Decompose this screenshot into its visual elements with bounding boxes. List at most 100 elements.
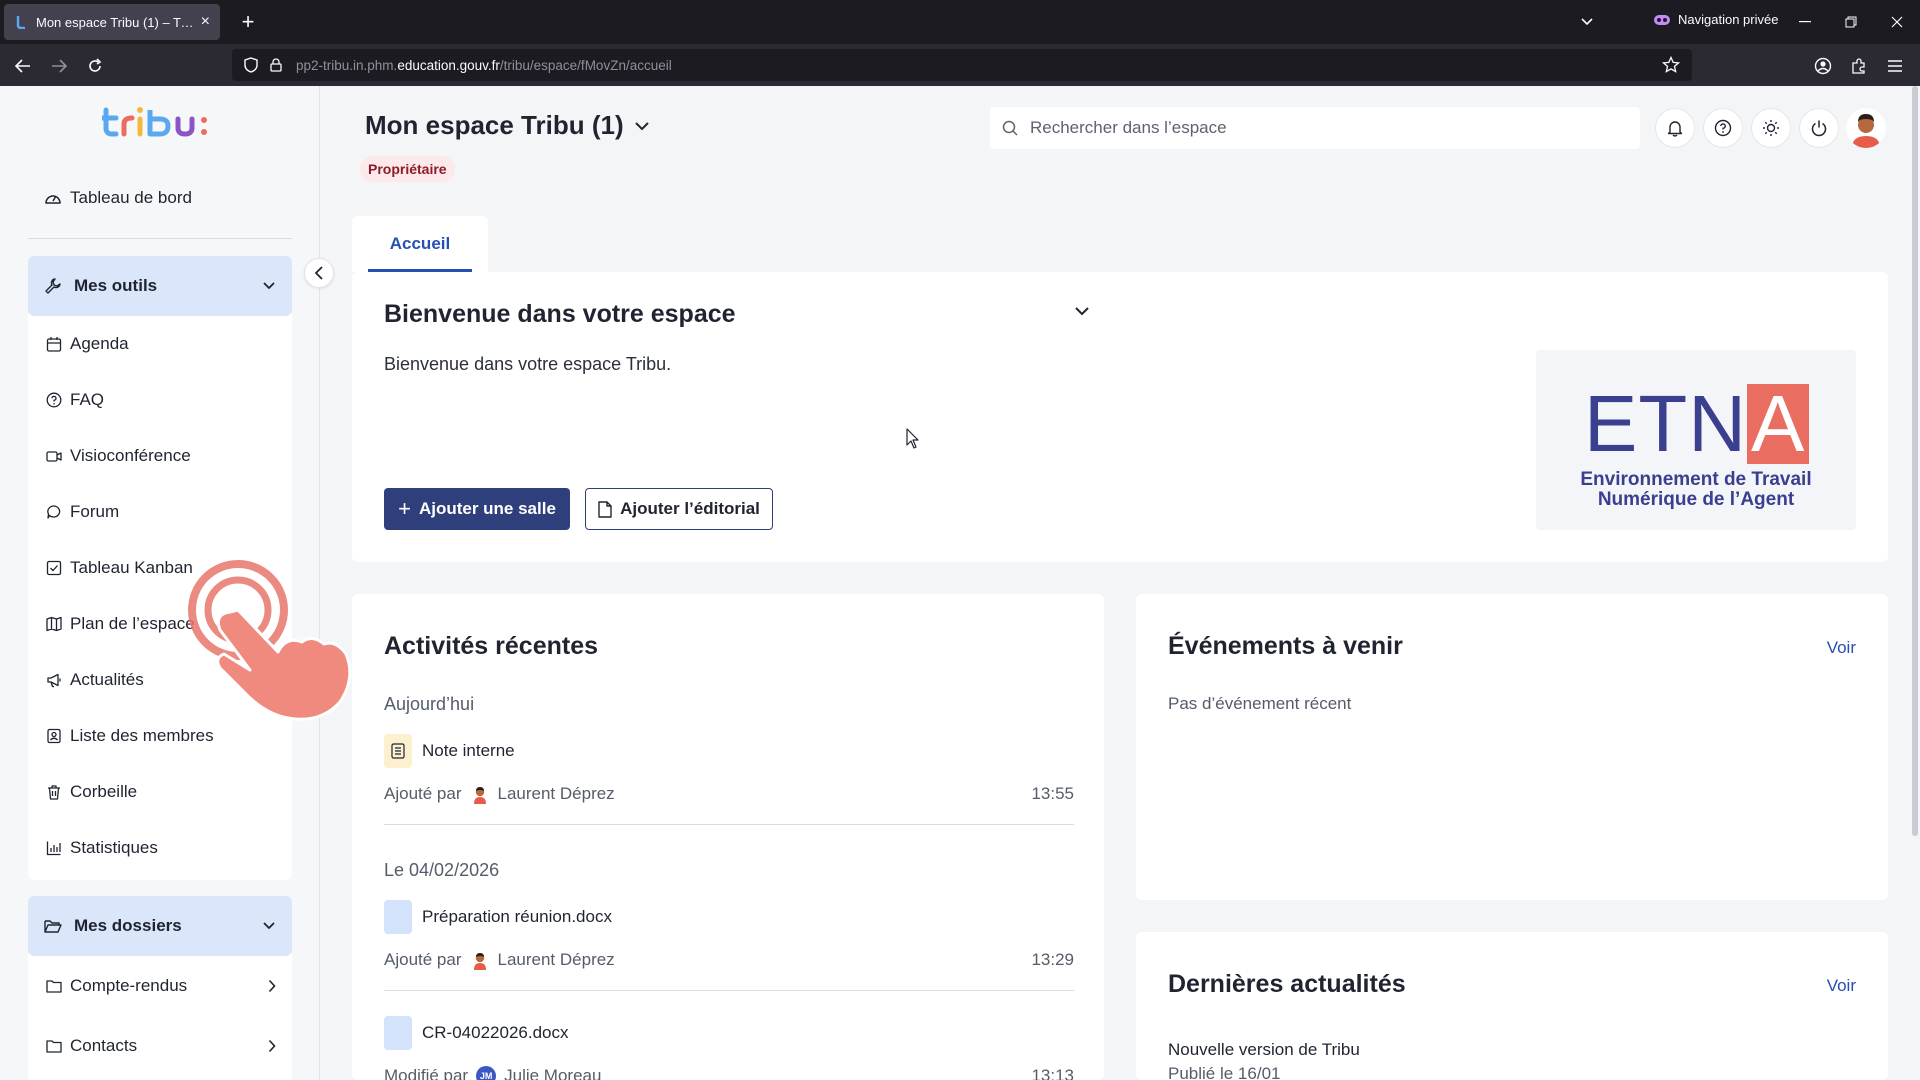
collapse-welcome-chevron-icon[interactable] [1074, 306, 1090, 316]
etna-logo-word: ETNA [1584, 384, 1810, 464]
welcome-title: Bienvenue dans votre espace [384, 300, 736, 328]
new-tab-button[interactable]: + [234, 8, 262, 36]
add-editorial-button[interactable]: Ajouter l’éditorial [585, 488, 773, 530]
folder-icon [46, 980, 62, 993]
private-browsing-indicator: Navigation privée [1654, 12, 1778, 27]
dashboard-label: Tableau de bord [70, 188, 192, 207]
sidebar-item-label: FAQ [70, 390, 105, 409]
help-button[interactable] [1703, 108, 1743, 148]
sidebar-divider [28, 238, 292, 239]
activity-item-title[interactable]: Note interne [384, 734, 515, 768]
sidebar-item-label: Liste des membres [70, 726, 214, 745]
folder-icon [46, 1040, 62, 1053]
question-icon [44, 392, 64, 408]
document-icon [598, 500, 612, 518]
tab-list-chevron-icon[interactable] [1574, 10, 1600, 34]
forward-arrow-icon[interactable] [46, 53, 72, 79]
news-title: Dernières actualités [1168, 970, 1406, 998]
add-editorial-label: Ajouter l’éditorial [620, 499, 760, 518]
url-text: pp2-tribu.in.phm.education.gouv.fr/tribu… [296, 57, 672, 73]
extensions-icon[interactable] [1846, 53, 1872, 79]
folder-item-compte-rendus[interactable]: Compte-rendus [28, 956, 292, 1016]
megaphone-icon [44, 672, 64, 688]
sidebar-item-corbeille[interactable]: Corbeille [28, 764, 292, 820]
activity-time: 13:13 [1031, 1066, 1074, 1080]
lock-icon[interactable] [270, 58, 282, 72]
minimize-icon[interactable] [1790, 8, 1820, 36]
space-title-dropdown[interactable]: Mon espace Tribu (1) [365, 110, 650, 141]
search-input[interactable] [1030, 118, 1610, 138]
user-avatar[interactable] [1846, 108, 1886, 148]
activity-user[interactable]: Julie Moreau [504, 1066, 601, 1080]
sidebar-item-statistiques[interactable]: Statistiques [28, 820, 292, 876]
sidebar-item-agenda[interactable]: Agenda [28, 316, 292, 372]
activity-item-title[interactable]: CR-04022026.docx [384, 1016, 568, 1050]
sidebar-dashboard-link[interactable]: Tableau de bord [44, 188, 192, 208]
activity-user[interactable]: Laurent Déprez [498, 950, 615, 970]
activity-item-title[interactable]: Préparation réunion.docx [384, 900, 612, 934]
window-close-icon[interactable] [1882, 8, 1912, 36]
activity-date-today: Aujourd’hui [384, 694, 475, 714]
page-scrollbar[interactable] [1912, 86, 1918, 836]
tab-close-icon[interactable]: × [201, 13, 210, 31]
sidebar-item-label: Tableau Kanban [70, 558, 193, 577]
role-badge: Propriétaire [360, 156, 455, 182]
address-bar[interactable]: pp2-tribu.in.phm.education.gouv.fr/tribu… [232, 49, 1692, 81]
space-title: Mon espace Tribu (1) [365, 110, 624, 140]
account-icon[interactable] [1810, 53, 1836, 79]
activity-user[interactable]: Laurent Déprez [498, 784, 615, 804]
browser-tab-title: Mon espace Tribu (1) – Tribu [36, 14, 195, 30]
tribu-logo[interactable] [99, 102, 222, 147]
sun-icon [1763, 120, 1779, 136]
user-mini-avatar [470, 784, 490, 804]
folder-item-contacts[interactable]: Contacts [28, 1016, 292, 1076]
plus-icon: + [398, 496, 411, 521]
tools-panel-header[interactable]: Mes outils [28, 256, 292, 316]
calendar-icon [44, 336, 64, 352]
news-item-title[interactable]: Nouvelle version de Tribu [1168, 1040, 1360, 1060]
hamburger-menu-icon[interactable] [1882, 53, 1908, 79]
activity-item-meta: Ajouté par Laurent Déprez 13:55 [384, 784, 1074, 804]
gauge-icon [45, 195, 61, 204]
sidebar-item-visioconference[interactable]: Visioconférence [28, 428, 292, 484]
back-arrow-icon[interactable] [10, 53, 36, 79]
contact-icon [44, 728, 64, 744]
folder-open-icon [44, 920, 62, 933]
sidebar-item-faq[interactable]: FAQ [28, 372, 292, 428]
etna-logo-subtitle-line1: Environnement de Travail [1580, 469, 1812, 490]
folders-panel-header[interactable]: Mes dossiers [28, 896, 292, 956]
tab-accueil[interactable]: Accueil [352, 216, 488, 272]
sidebar-item-forum[interactable]: Forum [28, 484, 292, 540]
upcoming-events-card: Événements à venir Voir Pas d’événement … [1136, 594, 1888, 900]
page-tabs: Accueil [352, 216, 1888, 272]
search-box[interactable] [990, 107, 1640, 149]
chat-icon [44, 504, 64, 520]
activity-time: 13:29 [1031, 950, 1074, 969]
news-see-all-link[interactable]: Voir [1827, 976, 1856, 996]
power-icon [1811, 120, 1827, 137]
add-room-label: Ajouter une salle [418, 499, 556, 518]
activity-divider [384, 990, 1074, 991]
shield-icon[interactable] [244, 57, 258, 73]
events-title: Événements à venir [1168, 632, 1403, 660]
browser-tab-active[interactable]: Mon espace Tribu (1) – Tribu × [4, 4, 220, 40]
sidebar-item-label: Visioconférence [70, 446, 191, 465]
notifications-button[interactable] [1655, 108, 1695, 148]
bookmark-star-icon[interactable] [1662, 56, 1680, 74]
latest-news-card: Dernières actualités Voir Nouvelle versi… [1136, 932, 1888, 1080]
folder-item-label: Contacts [70, 1036, 138, 1055]
events-see-all-link[interactable]: Voir [1827, 638, 1856, 658]
activity-item-meta: Ajouté par Laurent Déprez 13:29 [384, 950, 1074, 970]
add-room-button[interactable]: + Ajouter une salle [384, 488, 570, 530]
logout-button[interactable] [1799, 108, 1839, 148]
activity-time: 13:55 [1031, 784, 1074, 803]
folder-item-label: Compte-rendus [70, 976, 188, 995]
reload-icon[interactable] [82, 53, 108, 79]
restore-icon[interactable] [1836, 8, 1866, 36]
activity-date: Le 04/02/2026 [384, 860, 500, 880]
checkbox-icon [44, 560, 64, 576]
collapse-sidebar-button[interactable] [304, 258, 334, 288]
folders-header-label: Mes dossiers [74, 916, 182, 935]
browser-navbar: pp2-tribu.in.phm.education.gouv.fr/tribu… [0, 44, 1920, 86]
theme-toggle-button[interactable] [1751, 108, 1791, 148]
